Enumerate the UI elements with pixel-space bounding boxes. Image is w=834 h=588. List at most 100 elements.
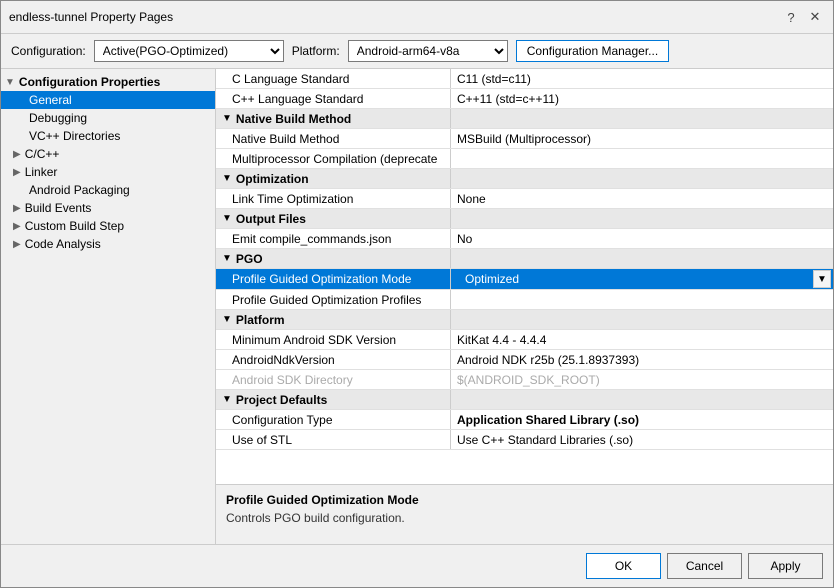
section-header-pgo: ▼ PGO xyxy=(216,249,833,269)
config-label: Configuration: xyxy=(11,44,86,58)
right-panel: C Language Standard C11 (std=c11) C++ La… xyxy=(216,69,833,544)
section-arrow-icon: ▼ xyxy=(222,213,232,224)
description-panel: Profile Guided Optimization Mode Control… xyxy=(216,484,833,544)
prop-value xyxy=(451,390,833,409)
prop-value: Android NDK r25b (25.1.8937393) xyxy=(451,350,833,369)
section-name: ▼ Project Defaults xyxy=(216,390,451,409)
section-arrow-icon: ▼ xyxy=(222,253,232,264)
section-header-output-files: ▼ Output Files xyxy=(216,209,833,229)
sidebar-item-linker[interactable]: ▶ Linker xyxy=(1,163,215,181)
description-title: Profile Guided Optimization Mode xyxy=(226,493,823,507)
custom-build-step-chevron-icon: ▶ xyxy=(13,221,21,232)
prop-value xyxy=(451,310,833,329)
prop-name: Native Build Method xyxy=(216,129,451,148)
section-arrow-icon: ▼ xyxy=(222,394,232,405)
apply-button[interactable]: Apply xyxy=(748,553,823,579)
section-name: ▼ PGO xyxy=(216,249,451,268)
prop-name: Android SDK Directory xyxy=(216,370,451,389)
table-row: AndroidNdkVersion Android NDK r25b (25.1… xyxy=(216,350,833,370)
prop-name: Profile Guided Optimization Profiles xyxy=(216,290,451,309)
sidebar-item-custom-build-step[interactable]: ▶ Custom Build Step xyxy=(1,217,215,235)
root-chevron-icon: ▼ xyxy=(5,77,15,88)
optimized-badge: Optimized xyxy=(457,271,527,287)
table-row: C++ Language Standard C++11 (std=c++11) xyxy=(216,89,833,109)
prop-name: Use of STL xyxy=(216,430,451,449)
table-row: Native Build Method MSBuild (Multiproces… xyxy=(216,129,833,149)
prop-name: C++ Language Standard xyxy=(216,89,451,108)
prop-value: KitKat 4.4 - 4.4.4 xyxy=(451,330,833,349)
sidebar-item-build-events[interactable]: ▶ Build Events xyxy=(1,199,215,217)
close-button[interactable]: ✕ xyxy=(805,7,825,27)
window-title: endless-tunnel Property Pages xyxy=(9,10,173,24)
build-events-chevron-icon: ▶ xyxy=(13,203,21,214)
table-row-pgo-mode[interactable]: Profile Guided Optimization Mode Optimiz… xyxy=(216,269,833,290)
help-button[interactable]: ? xyxy=(781,7,801,27)
prop-value xyxy=(451,209,833,228)
prop-value xyxy=(451,169,833,188)
prop-value: None xyxy=(451,189,833,208)
prop-name: C Language Standard xyxy=(216,69,451,88)
property-grid: C Language Standard C11 (std=c11) C++ La… xyxy=(216,69,833,484)
section-arrow-icon: ▼ xyxy=(222,314,232,325)
section-name: ▼ Optimization xyxy=(216,169,451,188)
prop-value: C11 (std=c11) xyxy=(451,69,833,88)
main-content: ▼ Configuration Properties General Debug… xyxy=(1,69,833,544)
platform-select[interactable]: Android-arm64-v8a xyxy=(348,40,508,62)
prop-value: MSBuild (Multiprocessor) xyxy=(451,129,833,148)
section-name: ▼ Output Files xyxy=(216,209,451,228)
prop-name: Emit compile_commands.json xyxy=(216,229,451,248)
table-row: Minimum Android SDK Version KitKat 4.4 -… xyxy=(216,330,833,350)
table-row: Multiprocessor Compilation (deprecate xyxy=(216,149,833,169)
table-row: Emit compile_commands.json No xyxy=(216,229,833,249)
config-manager-button[interactable]: Configuration Manager... xyxy=(516,40,669,62)
sidebar-item-debugging[interactable]: Debugging xyxy=(1,109,215,127)
cpp-chevron-icon: ▶ xyxy=(13,149,21,160)
pgo-mode-dropdown-button[interactable]: ▼ xyxy=(813,270,831,288)
prop-value: Application Shared Library (.so) xyxy=(451,410,833,429)
table-row: C Language Standard C11 (std=c11) xyxy=(216,69,833,89)
section-name: ▼ Native Build Method xyxy=(216,109,451,128)
left-panel: ▼ Configuration Properties General Debug… xyxy=(1,69,216,544)
prop-value: C++11 (std=c++11) xyxy=(451,89,833,108)
description-text: Controls PGO build configuration. xyxy=(226,511,823,525)
section-arrow-icon: ▼ xyxy=(222,173,232,184)
property-pages-window: endless-tunnel Property Pages ? ✕ Config… xyxy=(0,0,834,588)
table-row: Link Time Optimization None xyxy=(216,189,833,209)
tree-root: ▼ Configuration Properties xyxy=(1,73,215,91)
prop-value: Use C++ Standard Libraries (.so) xyxy=(451,430,833,449)
platform-label: Platform: xyxy=(292,44,340,58)
code-analysis-chevron-icon: ▶ xyxy=(13,239,21,250)
prop-value xyxy=(451,109,833,128)
table-row: Profile Guided Optimization Profiles xyxy=(216,290,833,310)
section-header-project-defaults: ▼ Project Defaults xyxy=(216,390,833,410)
footer: OK Cancel Apply xyxy=(1,544,833,587)
sidebar-item-code-analysis[interactable]: ▶ Code Analysis xyxy=(1,235,215,253)
table-row: Android SDK Directory $(ANDROID_SDK_ROOT… xyxy=(216,370,833,390)
cancel-button[interactable]: Cancel xyxy=(667,553,742,579)
toolbar: Configuration: Active(PGO-Optimized) Pla… xyxy=(1,34,833,69)
sidebar-item-android-packaging[interactable]: Android Packaging xyxy=(1,181,215,199)
prop-value: $(ANDROID_SDK_ROOT) xyxy=(451,370,833,389)
title-bar-buttons: ? ✕ xyxy=(781,7,825,27)
prop-name-pgo-mode: Profile Guided Optimization Mode xyxy=(216,269,451,289)
section-arrow-icon: ▼ xyxy=(222,113,232,124)
prop-name: AndroidNdkVersion xyxy=(216,350,451,369)
section-header-platform: ▼ Platform xyxy=(216,310,833,330)
section-header-optimization: ▼ Optimization xyxy=(216,169,833,189)
sidebar-item-cpp[interactable]: ▶ C/C++ xyxy=(1,145,215,163)
prop-name: Multiprocessor Compilation (deprecate xyxy=(216,149,451,168)
title-bar: endless-tunnel Property Pages ? ✕ xyxy=(1,1,833,34)
prop-name: Link Time Optimization xyxy=(216,189,451,208)
sidebar-item-general[interactable]: General xyxy=(1,91,215,109)
prop-value xyxy=(451,249,833,268)
prop-name: Minimum Android SDK Version xyxy=(216,330,451,349)
ok-button[interactable]: OK xyxy=(586,553,661,579)
prop-value xyxy=(451,149,833,168)
prop-value: No xyxy=(451,229,833,248)
sidebar-item-vcc-directories[interactable]: VC++ Directories xyxy=(1,127,215,145)
table-row: Use of STL Use C++ Standard Libraries (.… xyxy=(216,430,833,450)
config-select[interactable]: Active(PGO-Optimized) xyxy=(94,40,284,62)
prop-value xyxy=(451,290,833,309)
section-name: ▼ Platform xyxy=(216,310,451,329)
tree-root-label: Configuration Properties xyxy=(19,75,160,89)
